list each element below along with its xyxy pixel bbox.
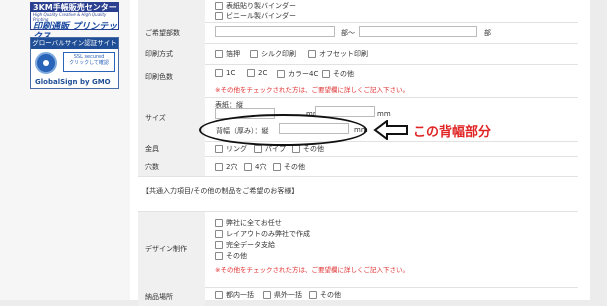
print-method-row: 印刷方式 箔押 シルク印刷 オフセット印刷 (138, 43, 578, 65)
checkbox[interactable] (215, 12, 223, 20)
right-margin (590, 0, 607, 300)
left-arrow-icon (373, 120, 408, 140)
design-note: ※その他をチェックされた方は、ご要望欄に詳しくご記入下さい。 (215, 266, 409, 274)
quantity-from-input[interactable] (215, 26, 335, 37)
design-row: デザイン制作 弊社に全てお任せ レイアウトのみ弊社で作成 完全データ支給 その他… (138, 211, 578, 288)
delivery-label: 納品場所 (138, 286, 205, 306)
globalsign-banner[interactable]: グローバルサイン認証サイト SSL secured クリックして確認 Globa… (30, 37, 119, 89)
color-1c[interactable]: 1C (215, 69, 235, 77)
globalsign-footer: GlobalSign by GMO (35, 78, 111, 86)
holes-2[interactable]: 2穴 (215, 162, 237, 172)
holes-row: 穴数 2穴 4穴 その他 (138, 156, 578, 177)
hardware-ring[interactable]: リング (215, 144, 247, 154)
print-colors-label: 印刷色数 (138, 64, 205, 97)
color-2c[interactable]: 2C (247, 69, 267, 77)
quantity-to-unit: 部 (484, 29, 491, 37)
ssl-secured-badge[interactable]: SSL secured クリックして確認 (63, 52, 115, 72)
holes-4[interactable]: 4穴 (244, 162, 266, 172)
design-other[interactable]: その他 (215, 251, 247, 261)
binder-option-vinyl[interactable]: ビニール製バインダー (215, 11, 296, 21)
row-label-blank (138, 0, 205, 22)
banner-title: 3KM手帳販売センター (31, 3, 118, 12)
ssl-line2: クリックして確認 (69, 60, 109, 66)
hardware-label: 金具 (138, 141, 205, 156)
delivery-row: 納品場所 都内一括 県外一括 その他 (138, 286, 578, 306)
spine-callout-text: この背幅部分 (413, 125, 492, 140)
color-4c[interactable]: カラー4C (277, 69, 318, 79)
hardware-row: 金具 リング パイプ その他 (138, 141, 578, 157)
banner-subtitle: High Quality Creative & High Quality Pri… (33, 12, 107, 22)
design-label: デザイン制作 (138, 212, 205, 287)
quantity-row: ご希望部数 部～ 部 (138, 22, 578, 44)
binder-type-row: 表紙貼り製バインダー ビニール製バインダー (138, 0, 578, 23)
checkbox[interactable] (215, 2, 223, 10)
print-method-label: 印刷方式 (138, 43, 205, 64)
binder-option-cover[interactable]: 表紙貼り製バインダー (215, 1, 296, 11)
holes-label: 穴数 (138, 156, 205, 176)
print-method-foil[interactable]: 箔押 (215, 49, 240, 59)
globalsign-seal-icon (35, 52, 57, 74)
delivery-other[interactable]: その他 (309, 290, 341, 300)
left-sidebar: 3KM手帳販売センター High Quality Creative & High… (0, 0, 130, 300)
quantity-label: ご希望部数 (138, 22, 205, 43)
size-cover-width-unit: mm (377, 110, 391, 118)
quantity-from-unit: 部～ (341, 29, 355, 37)
size-label: サイズ (138, 97, 205, 141)
design-layout[interactable]: レイアウトのみ弊社で作成 (215, 229, 310, 239)
holes-other[interactable]: その他 (273, 162, 305, 172)
quantity-to-input[interactable] (359, 26, 477, 37)
globalsign-title: グローバルサイン認証サイト (31, 38, 118, 49)
color-other[interactable]: その他 (322, 69, 354, 79)
delivery-tokyo[interactable]: 都内一括 (215, 290, 254, 300)
spine-highlight-ellipse (199, 114, 367, 146)
order-form: 表紙貼り製バインダー ビニール製バインダー ご希望部数 部～ 部 印刷方式 箔押… (130, 0, 590, 306)
print-colors-note: ※その他をチェックされた方は、ご要望欄に詳しくご記入下さい。 (215, 86, 409, 94)
design-data[interactable]: 完全データ支給 (215, 240, 275, 250)
print-method-offset[interactable]: オフセット印刷 (308, 49, 368, 59)
design-all[interactable]: 弊社に全てお任せ (215, 218, 282, 228)
print-colors-row: 印刷色数 1C 2C カラー4C その他 ※その他をチェックされた方は、ご要望欄… (138, 64, 578, 98)
techo-center-banner[interactable]: 3KM手帳販売センター High Quality Creative & High… (30, 2, 119, 42)
print-method-silk[interactable]: シルク印刷 (250, 49, 296, 59)
common-section-title: 【共通入力項目/その他の制品をご希望のお客様】 (142, 187, 299, 195)
delivery-other-prefecture[interactable]: 県外一括 (263, 290, 302, 300)
